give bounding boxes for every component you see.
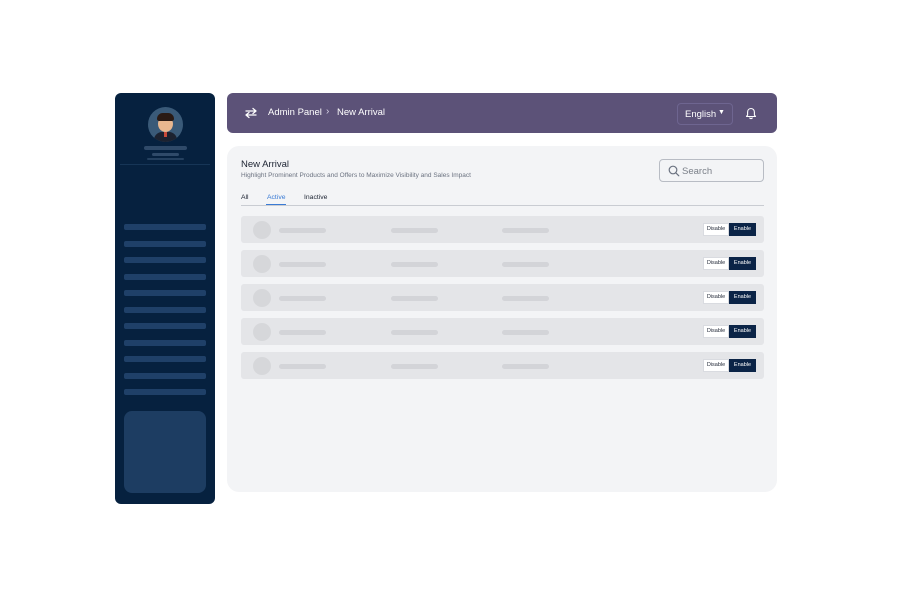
table-row: Disable Enable xyxy=(241,216,764,243)
table-row: Disable Enable xyxy=(241,318,764,345)
sidebar-item[interactable] xyxy=(124,373,206,379)
sidebar-item[interactable] xyxy=(124,290,206,296)
language-label: English xyxy=(685,109,717,120)
user-role-placeholder xyxy=(152,153,179,156)
sidebar-item[interactable] xyxy=(124,323,206,329)
tabs-divider xyxy=(241,205,764,206)
table-row: Disable Enable xyxy=(241,284,764,311)
sidebar-item[interactable] xyxy=(124,241,206,247)
search-box[interactable] xyxy=(659,159,764,182)
sidebar-divider xyxy=(120,164,210,165)
sidebar-item[interactable] xyxy=(124,224,206,230)
tab-active[interactable]: Active xyxy=(267,194,286,201)
search-input[interactable] xyxy=(682,163,760,179)
main-panel: New Arrival Highlight Prominent Products… xyxy=(227,146,777,492)
disable-button[interactable]: Disable xyxy=(703,291,729,304)
sidebar-item[interactable] xyxy=(124,274,206,280)
enable-button[interactable]: Enable xyxy=(729,291,756,304)
breadcrumb-admin-panel[interactable]: Admin Panel xyxy=(268,107,322,118)
bell-icon[interactable] xyxy=(745,107,757,120)
enable-button[interactable]: Enable xyxy=(729,223,756,236)
row-cell-placeholder xyxy=(279,364,326,369)
row-thumbnail-placeholder xyxy=(253,255,271,273)
caret-down-icon: ▼ xyxy=(718,109,725,116)
disable-button[interactable]: Disable xyxy=(703,359,729,372)
disable-button[interactable]: Disable xyxy=(703,257,729,270)
row-thumbnail-placeholder xyxy=(253,221,271,239)
row-cell-placeholder xyxy=(391,262,438,267)
sidebar-item[interactable] xyxy=(124,340,206,346)
page-subtitle: Highlight Prominent Products and Offers … xyxy=(241,172,471,179)
disable-button[interactable]: Disable xyxy=(703,325,729,338)
row-thumbnail-placeholder xyxy=(253,357,271,375)
page-title: New Arrival xyxy=(241,159,290,170)
user-meta-placeholder xyxy=(147,158,184,160)
language-select[interactable]: English ▼ xyxy=(677,103,733,125)
enable-button[interactable]: Enable xyxy=(729,257,756,270)
row-cell-placeholder xyxy=(502,228,549,233)
avatar-hair xyxy=(157,113,174,121)
row-cell-placeholder xyxy=(502,296,549,301)
disable-button[interactable]: Disable xyxy=(703,223,729,236)
breadcrumb-separator-icon: › xyxy=(326,106,330,117)
row-cell-placeholder xyxy=(391,364,438,369)
row-thumbnail-placeholder xyxy=(253,289,271,307)
tab-all[interactable]: All xyxy=(241,194,249,201)
row-cell-placeholder xyxy=(391,296,438,301)
enable-button[interactable]: Enable xyxy=(729,359,756,372)
sidebar-item[interactable] xyxy=(124,389,206,395)
sidebar-item[interactable] xyxy=(124,356,206,362)
row-cell-placeholder xyxy=(391,330,438,335)
search-icon xyxy=(668,165,680,177)
avatar[interactable] xyxy=(148,107,183,142)
user-name-placeholder xyxy=(144,146,187,150)
breadcrumb-current-page: New Arrival xyxy=(337,107,386,118)
row-cell-placeholder xyxy=(279,330,326,335)
row-cell-placeholder xyxy=(502,262,549,267)
row-thumbnail-placeholder xyxy=(253,323,271,341)
enable-button[interactable]: Enable xyxy=(729,325,756,338)
tab-inactive[interactable]: Inactive xyxy=(304,194,327,201)
avatar-tie xyxy=(164,132,167,137)
top-header: Admin Panel › New Arrival English ▼ xyxy=(227,93,777,133)
arrows-swap-icon[interactable] xyxy=(244,106,258,120)
row-cell-placeholder xyxy=(502,330,549,335)
table-row: Disable Enable xyxy=(241,250,764,277)
row-cell-placeholder xyxy=(502,364,549,369)
row-cell-placeholder xyxy=(279,296,326,301)
sidebar xyxy=(115,93,215,504)
sidebar-item[interactable] xyxy=(124,307,206,313)
row-cell-placeholder xyxy=(391,228,438,233)
row-cell-placeholder xyxy=(279,228,326,233)
sidebar-item[interactable] xyxy=(124,257,206,263)
active-tab-indicator xyxy=(266,204,286,205)
table-row: Disable Enable xyxy=(241,352,764,379)
sidebar-card xyxy=(124,411,206,493)
row-cell-placeholder xyxy=(279,262,326,267)
